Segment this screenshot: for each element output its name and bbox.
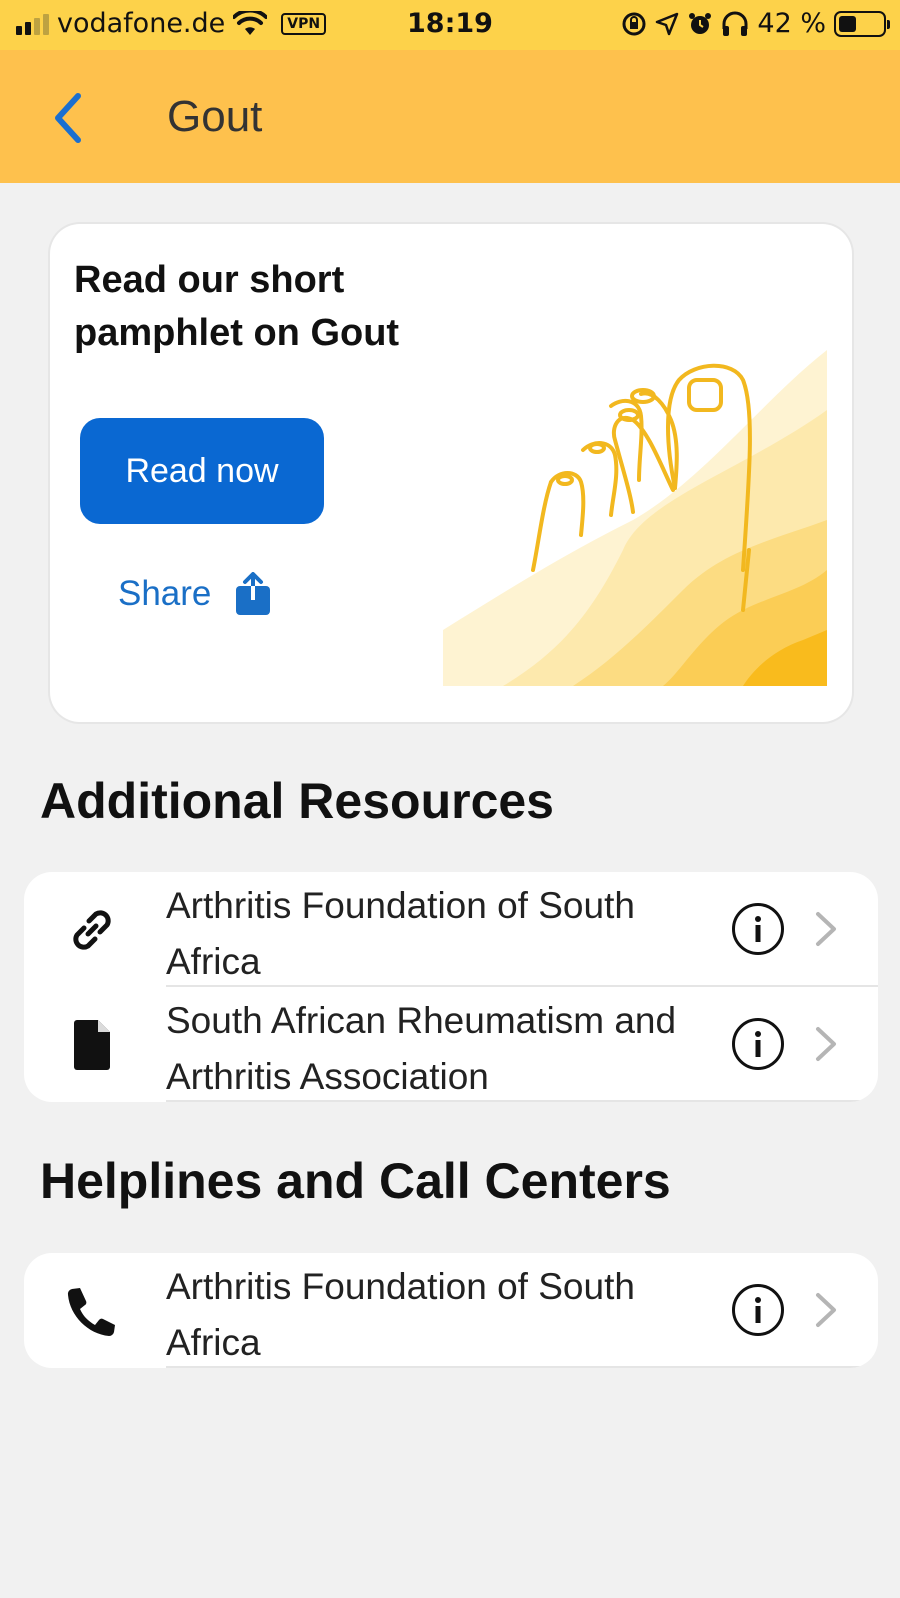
list-item[interactable]: Arthritis Foundation of South Africa [24, 1253, 878, 1368]
additional-resources-heading: Additional Resources [40, 773, 554, 829]
share-button[interactable]: Share [118, 572, 271, 616]
info-icon[interactable] [732, 1018, 784, 1070]
link-icon [64, 900, 120, 960]
chevron-left-icon [55, 93, 81, 143]
chevron-right-icon [816, 1293, 836, 1327]
row-divider [166, 1100, 878, 1102]
list-item-label: Arthritis Foundation of South Africa [166, 1266, 635, 1363]
back-button[interactable] [44, 88, 92, 148]
phone-icon [64, 1281, 120, 1341]
app-header: Gout [0, 50, 900, 183]
location-icon [656, 12, 679, 35]
helplines-list: Arthritis Foundation of South Africa [24, 1253, 878, 1368]
chevron-right-icon [816, 1027, 836, 1061]
chevron-right-icon [816, 912, 836, 946]
status-bar: vodafone.de VPN 18:19 42 % [0, 0, 900, 50]
battery-icon [834, 10, 890, 37]
share-label: Share [118, 574, 212, 613]
page-title: Gout [167, 92, 263, 141]
status-bar-right: 42 % [621, 8, 890, 39]
share-icon [236, 572, 271, 615]
pamphlet-title: Read our short pamphlet on Gout [74, 259, 400, 354]
list-item-label: South African Rheumatism and Arthritis A… [166, 1000, 677, 1097]
lock-rotation-icon [622, 12, 646, 35]
helplines-heading: Helplines and Call Centers [40, 1153, 671, 1209]
pamphlet-card: Read our short pamphlet on Gout Read now… [50, 224, 852, 722]
alarm-icon [689, 12, 712, 34]
additional-resources-list: Arthritis Foundation of South Africa Sou… [24, 872, 878, 1102]
row-divider [166, 1366, 878, 1368]
document-icon [64, 1015, 120, 1075]
list-item-label: Arthritis Foundation of South Africa [166, 885, 635, 982]
info-icon[interactable] [732, 903, 784, 955]
info-icon[interactable] [732, 1284, 784, 1336]
foot-illustration [443, 250, 827, 686]
list-item[interactable]: South African Rheumatism and Arthritis A… [24, 987, 878, 1102]
headphones-icon [722, 11, 748, 36]
read-now-button[interactable]: Read now [80, 418, 324, 524]
list-item[interactable]: Arthritis Foundation of South Africa [24, 872, 878, 987]
battery-percent: 42 % [757, 8, 826, 39]
